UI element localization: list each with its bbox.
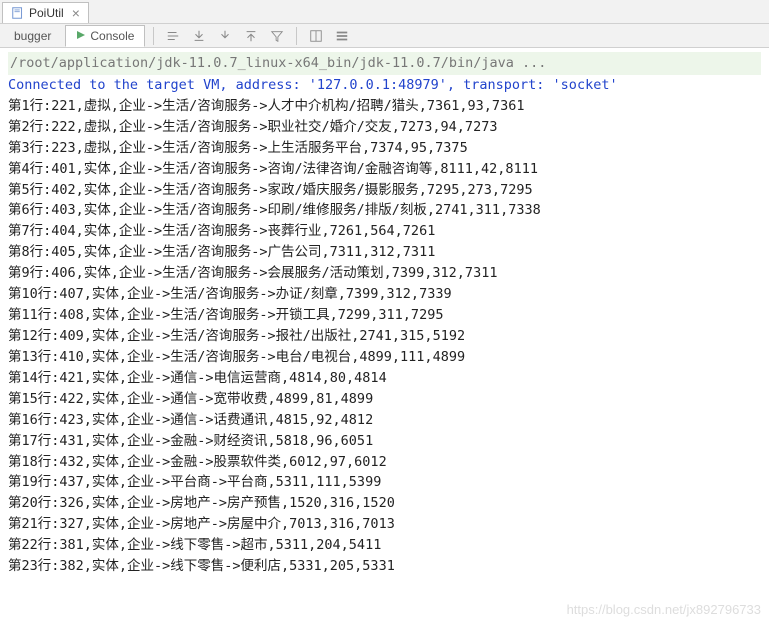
command-line: /root/application/jdk-11.0.7_linux-x64_b… [8, 52, 761, 75]
watermark: https://blog.csdn.net/jx892796733 [567, 602, 761, 617]
close-icon[interactable]: × [72, 6, 80, 20]
separator [153, 27, 154, 45]
file-tab[interactable]: PoiUtil × [2, 2, 89, 23]
output-line: 第8行:405,实体,企业->生活/咨询服务->广告公司,7311,312,73… [8, 242, 761, 263]
output-line: 第6行:403,实体,企业->生活/咨询服务->印刷/维修服务/排版/刻板,27… [8, 200, 761, 221]
output-line: 第23行:382,实体,企业->线下零售->便利店,5331,205,5331 [8, 556, 761, 577]
output-line: 第18行:432,实体,企业->金融->股票软件类,6012,97,6012 [8, 452, 761, 473]
upload-icon[interactable] [240, 25, 262, 47]
output-line: 第4行:401,实体,企业->生活/咨询服务->咨询/法律咨询/金融咨询等,81… [8, 159, 761, 180]
toolbar: bugger Console [0, 24, 769, 48]
output-line: 第15行:422,实体,企业->通信->宽带收费,4899,81,4899 [8, 389, 761, 410]
file-icon [11, 6, 25, 20]
output-line: 第3行:223,虚拟,企业->生活/咨询服务->上生活服务平台,7374,95,… [8, 138, 761, 159]
file-tab-bar: PoiUtil × [0, 0, 769, 24]
output-line: 第12行:409,实体,企业->生活/咨询服务->报社/出版社,2741,315… [8, 326, 761, 347]
connected-line: Connected to the target VM, address: '12… [8, 75, 761, 96]
output-line: 第9行:406,实体,企业->生活/咨询服务->会展服务/活动策划,7399,3… [8, 263, 761, 284]
output-line: 第10行:407,实体,企业->生活/咨询服务->办证/刻章,7399,312,… [8, 284, 761, 305]
output-line: 第16行:423,实体,企业->通信->话费通讯,4815,92,4812 [8, 410, 761, 431]
play-icon [76, 29, 86, 43]
output-line: 第22行:381,实体,企业->线下零售->超市,5311,204,5411 [8, 535, 761, 556]
output-line: 第21行:327,实体,企业->房地产->房屋中介,7013,316,7013 [8, 514, 761, 535]
settings-icon[interactable] [331, 25, 353, 47]
file-tab-title: PoiUtil [29, 6, 64, 20]
output-line: 第17行:431,实体,企业->金融->财经资讯,5818,96,6051 [8, 431, 761, 452]
output-line: 第5行:402,实体,企业->生活/咨询服务->家政/婚庆服务/摄影服务,729… [8, 180, 761, 201]
output-line: 第19行:437,实体,企业->平台商->平台商,5311,111,5399 [8, 472, 761, 493]
output-line: 第13行:410,实体,企业->生活/咨询服务->电台/电视台,4899,111… [8, 347, 761, 368]
output-line: 第7行:404,实体,企业->生活/咨询服务->丧葬行业,7261,564,72… [8, 221, 761, 242]
console-output[interactable]: /root/application/jdk-11.0.7_linux-x64_b… [0, 48, 769, 625]
soft-wrap-icon[interactable] [162, 25, 184, 47]
filter-icon[interactable] [266, 25, 288, 47]
separator [296, 27, 297, 45]
output-line: 第1行:221,虚拟,企业->生活/咨询服务->人才中介机构/招聘/猎头,736… [8, 96, 761, 117]
print-icon[interactable] [214, 25, 236, 47]
tab-debugger[interactable]: bugger [4, 26, 61, 46]
output-line: 第11行:408,实体,企业->生活/咨询服务->开锁工具,7299,311,7… [8, 305, 761, 326]
scroll-to-end-icon[interactable] [188, 25, 210, 47]
layout-icon[interactable] [305, 25, 327, 47]
output-line: 第14行:421,实体,企业->通信->电信运营商,4814,80,4814 [8, 368, 761, 389]
output-line: 第20行:326,实体,企业->房地产->房产预售,1520,316,1520 [8, 493, 761, 514]
tab-console[interactable]: Console [65, 25, 145, 47]
output-line: 第2行:222,虚拟,企业->生活/咨询服务->职业社交/婚介/交友,7273,… [8, 117, 761, 138]
